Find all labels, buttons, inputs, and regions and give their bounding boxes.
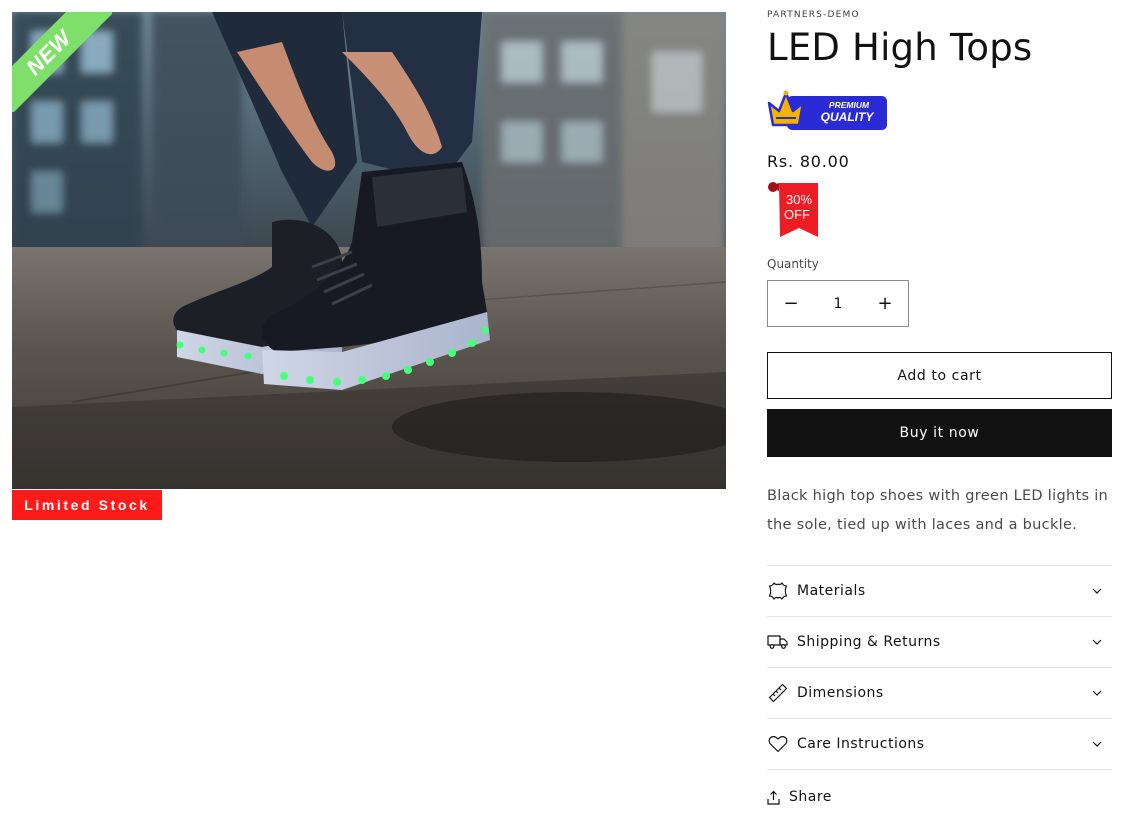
product-description: Black high top shoes with green LED ligh…	[767, 488, 1109, 533]
leather-icon	[767, 580, 789, 602]
discount-percent: 30%	[786, 192, 812, 207]
product-vendor: PARTNERS-DEMO	[767, 10, 860, 20]
product-price: Rs. 80.00	[767, 152, 850, 171]
quantity-input[interactable]	[814, 295, 862, 312]
share-icon	[767, 789, 781, 805]
share-button[interactable]: Share	[767, 786, 832, 808]
ruler-icon	[767, 682, 789, 704]
quantity-stepper: − +	[767, 280, 909, 327]
crown-icon	[767, 90, 805, 127]
premium-label-line1: PREMIUM	[829, 100, 870, 110]
accordion-shipping-returns[interactable]: Shipping & Returns	[767, 617, 1112, 668]
product-image[interactable]	[12, 12, 726, 489]
limited-stock-badge: Limited Stock	[12, 490, 162, 520]
chevron-down-icon	[1090, 686, 1104, 700]
chevron-down-icon	[1090, 584, 1104, 598]
accordion-dimensions[interactable]: Dimensions	[767, 668, 1112, 719]
chevron-down-icon	[1090, 737, 1104, 751]
accordion-label: Materials	[797, 583, 866, 599]
quantity-decrease-button[interactable]: −	[768, 281, 814, 326]
accordion-label: Care Instructions	[797, 736, 925, 752]
discount-off: OFF	[784, 207, 810, 222]
product-accordion: Materials Shipping & Returns Dimensions …	[767, 565, 1112, 770]
product-title: LED High Tops	[767, 26, 1033, 69]
heart-icon	[767, 733, 789, 755]
discount-badge: 30% OFF	[768, 182, 818, 237]
chevron-down-icon	[1090, 635, 1104, 649]
add-to-cart-button[interactable]: Add to cart	[767, 352, 1112, 399]
buy-now-button[interactable]: Buy it now	[767, 409, 1112, 457]
truck-icon	[767, 631, 789, 653]
share-label: Share	[789, 789, 832, 805]
accordion-materials[interactable]: Materials	[767, 566, 1112, 617]
accordion-care-instructions[interactable]: Care Instructions	[767, 719, 1112, 770]
quantity-increase-button[interactable]: +	[862, 281, 908, 326]
quantity-label: Quantity	[767, 257, 819, 271]
accordion-label: Shipping & Returns	[797, 634, 941, 650]
accordion-label: Dimensions	[797, 685, 884, 701]
premium-quality-badge: PREMIUM QUALITY	[767, 90, 887, 130]
premium-label-line2: QUALITY	[821, 110, 875, 124]
